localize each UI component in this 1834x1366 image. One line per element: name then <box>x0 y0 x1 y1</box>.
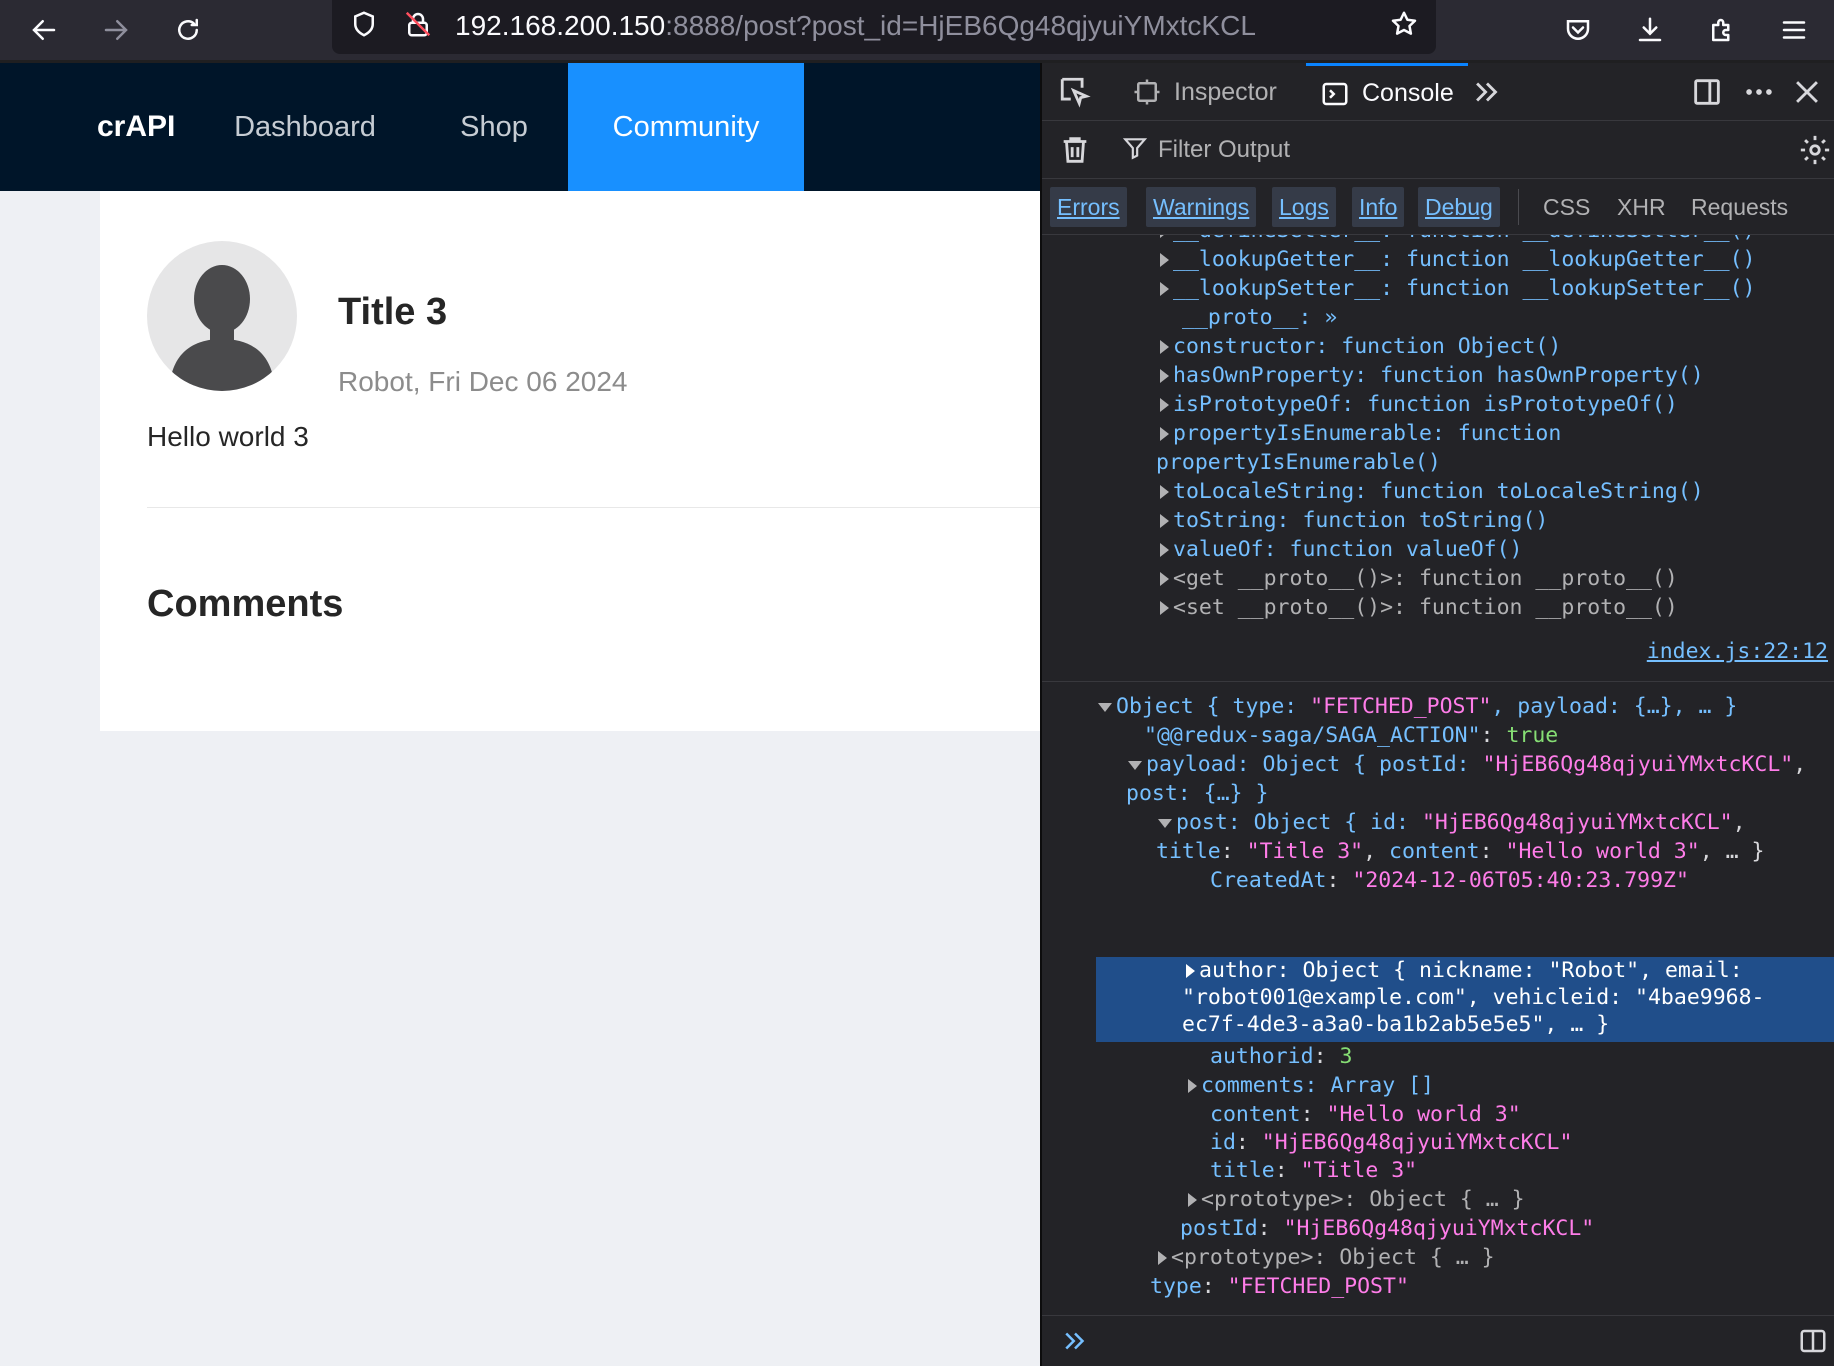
console-line[interactable]: valueOf: function valueOf() <box>1160 536 1523 565</box>
payload-line-wrap: post: {…} } <box>1126 781 1269 806</box>
console-line-wrap: propertyIsEnumerable() <box>1156 450 1441 475</box>
post-meta: Robot, Fri Dec 06 2024 <box>338 366 628 397</box>
post-object-line-wrap: title: "Title 3", content: "Hello world … <box>1156 839 1765 864</box>
browser-toolbar: 192.168.200.150:8888/post?post_id=HjEB6Q… <box>0 0 1834 60</box>
created-at-line: CreatedAt: "2024-12-06T05:40:23.799Z" <box>1210 868 1689 893</box>
saga-action-line: "@@redux-saga/SAGA_ACTION": true <box>1144 723 1559 748</box>
filter-warnings[interactable]: Warnings <box>1146 187 1257 227</box>
source-link[interactable]: index.js:22:12 <box>1647 639 1828 664</box>
console-line[interactable]: toLocaleString: function toLocaleString(… <box>1160 478 1704 507</box>
post-title: Title 3 <box>338 291 448 333</box>
page-viewport: crAPI Dashboard Shop Community Title 3 R… <box>0 63 1040 1366</box>
console-line[interactable]: __defineSetter__: function __defineSette… <box>1160 235 1755 246</box>
devtools-panel: Inspector Console Filter Output Errors W… <box>1040 63 1834 1366</box>
filter-xhr[interactable]: XHR <box>1610 187 1673 227</box>
authorid-line: authorid: 3 <box>1210 1044 1353 1069</box>
post-content: Hello world 3 <box>147 421 309 452</box>
filter-row: Filter Output <box>1042 121 1834 179</box>
log-level-filters: Errors Warnings Logs Info Debug CSS XHR … <box>1042 179 1834 235</box>
post-object-line[interactable]: post: Object { id: "HjEB6Qg48qjyuiYMxtcK… <box>1158 809 1746 838</box>
console-line[interactable]: isPrototypeOf: function isPrototypeOf() <box>1160 391 1678 420</box>
brand-logo[interactable]: crAPI <box>97 110 175 144</box>
prompt-chevron-icon <box>1060 1326 1090 1356</box>
nav-community[interactable]: Community <box>568 63 804 191</box>
console-line[interactable]: constructor: function Object() <box>1160 333 1561 362</box>
element-picker-icon[interactable] <box>1058 75 1092 109</box>
menu-icon[interactable] <box>1772 8 1816 52</box>
forward-icon[interactable] <box>94 8 138 52</box>
post-card: Title 3 Robot, Fri Dec 06 2024 Hello wor… <box>100 191 1040 731</box>
person-silhouette-icon <box>169 265 275 391</box>
more-options-icon[interactable] <box>1742 75 1776 109</box>
insecure-lock-icon[interactable] <box>396 2 440 46</box>
object-summary[interactable]: Object { type: "FETCHED_POST", payload: … <box>1098 693 1737 722</box>
console-output: __defineSetter__: function __defineSette… <box>1042 235 1834 1315</box>
trash-icon[interactable] <box>1058 133 1092 167</box>
console-input-row[interactable] <box>1042 1315 1834 1366</box>
reload-icon[interactable] <box>166 8 210 52</box>
close-devtools-icon[interactable] <box>1790 75 1824 109</box>
author-line-wrap: "robot001@example.com", vehicleid: "4bae… <box>1182 985 1765 1010</box>
id-line: id: "HjEB6Qg48qjyuiYMxtcKCL" <box>1210 1130 1573 1155</box>
highlighted-author-row[interactable]: author: Object { nickname: "Robot", emai… <box>1096 957 1834 1042</box>
inspector-icon <box>1134 79 1160 105</box>
console-line[interactable]: __lookupGetter__: function __lookupGette… <box>1160 246 1755 275</box>
prototype-line[interactable]: <prototype>: Object { … } <box>1188 1186 1525 1215</box>
dock-side-icon[interactable] <box>1690 75 1724 109</box>
console-line[interactable]: hasOwnProperty: function hasOwnProperty(… <box>1160 362 1704 391</box>
author-line-wrap: ec7f-4de3-a3a0-ba1b2ab5e5e5", … } <box>1182 1012 1610 1037</box>
download-icon[interactable] <box>1628 8 1672 52</box>
content-line: content: "Hello world 3" <box>1210 1102 1521 1127</box>
devtools-tabbar: Inspector Console <box>1042 63 1834 121</box>
payload-line[interactable]: payload: Object { postId: "HjEB6Qg48qjyu… <box>1128 751 1806 780</box>
filter-errors[interactable]: Errors <box>1050 187 1127 227</box>
filter-requests[interactable]: Requests <box>1684 187 1795 227</box>
filter-css[interactable]: CSS <box>1536 187 1597 227</box>
bookmark-star-icon[interactable] <box>1382 2 1426 46</box>
filter-logs[interactable]: Logs <box>1272 187 1336 227</box>
filter-output-input[interactable]: Filter Output <box>1158 136 1290 164</box>
nav-shop[interactable]: Shop <box>420 63 568 191</box>
filter-debug[interactable]: Debug <box>1418 187 1500 227</box>
console-settings-gear-icon[interactable] <box>1798 133 1832 167</box>
author-line[interactable]: author: Object { nickname: "Robot", emai… <box>1186 957 1743 986</box>
console-line[interactable]: toString: function toString() <box>1160 507 1548 536</box>
tab-inspector[interactable]: Inspector <box>1118 63 1291 121</box>
shield-icon[interactable] <box>342 2 386 46</box>
avatar <box>147 241 297 391</box>
comments-heading: Comments <box>147 583 344 625</box>
prototype-line[interactable]: <prototype>: Object { … } <box>1158 1244 1495 1273</box>
console-line[interactable]: <get __proto__()>: function __proto__() <box>1160 565 1678 594</box>
filter-icon <box>1122 135 1148 161</box>
back-icon[interactable] <box>22 8 66 52</box>
message-separator <box>1042 681 1834 682</box>
type-line: type: "FETCHED_POST" <box>1150 1274 1409 1299</box>
pocket-icon[interactable] <box>1556 8 1600 52</box>
filter-info[interactable]: Info <box>1352 187 1405 227</box>
site-navbar: crAPI Dashboard Shop Community <box>0 63 1040 191</box>
extensions-icon[interactable] <box>1700 8 1744 52</box>
console-line[interactable]: __proto__: » <box>1182 304 1337 333</box>
comments-line[interactable]: comments: Array [] <box>1188 1072 1434 1101</box>
nav-dashboard[interactable]: Dashboard <box>220 63 390 191</box>
url-text[interactable]: 192.168.200.150:8888/post?post_id=HjEB6Q… <box>455 10 1256 42</box>
console-icon <box>1322 82 1348 105</box>
tab-console[interactable]: Console <box>1306 63 1468 121</box>
url-bar[interactable]: 192.168.200.150:8888/post?post_id=HjEB6Q… <box>332 0 1436 54</box>
editor-mode-icon[interactable] <box>1798 1326 1828 1356</box>
postid-line: postId: "HjEB6Qg48qjyuiYMxtcKCL" <box>1180 1216 1595 1241</box>
console-line[interactable]: propertyIsEnumerable: function <box>1160 420 1561 449</box>
separator <box>1518 189 1519 225</box>
title-line: title: "Title 3" <box>1210 1158 1418 1183</box>
console-line[interactable]: __lookupSetter__: function __lookupSette… <box>1160 275 1755 304</box>
more-tabs-chevron-icon[interactable] <box>1470 75 1504 109</box>
divider <box>147 507 1040 508</box>
console-line[interactable]: <set __proto__()>: function __proto__() <box>1160 594 1678 623</box>
